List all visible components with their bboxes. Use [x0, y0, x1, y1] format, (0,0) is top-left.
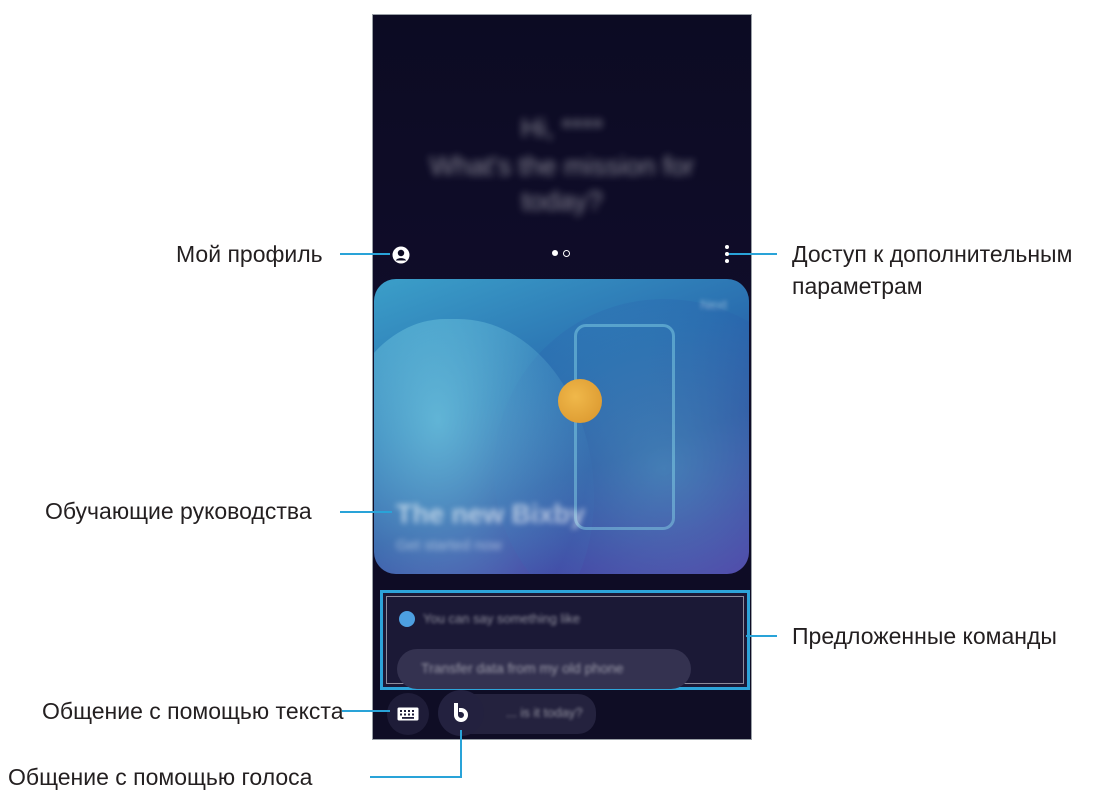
callout-line-voice-horizontal	[370, 776, 462, 778]
tutorial-card[interactable]: Next The new Bixby Get started now	[374, 279, 749, 574]
suggestion-chip-label: Transfer data from my old phone	[421, 660, 624, 676]
greeting-line-3: today?	[521, 186, 603, 216]
callout-line-suggestions	[746, 635, 777, 637]
bixby-icon	[454, 703, 468, 722]
greeting-line-2: What's the mission for	[429, 151, 695, 181]
callout-line-profile	[340, 253, 390, 255]
suggestion-hint: You can say something like	[423, 611, 581, 626]
callout-text-chat: Общение с помощью текста	[42, 698, 344, 724]
callout-more-options-line1: Доступ к дополнительным	[792, 241, 1073, 267]
callout-line-more	[729, 253, 777, 255]
card-next-label[interactable]: Next	[700, 297, 727, 312]
callout-line-tutorials	[340, 511, 392, 513]
callout-my-profile: Мой профиль	[176, 241, 323, 267]
callout-line-text	[342, 710, 390, 712]
greeting-line-1: Hi, ****	[520, 113, 604, 143]
card-title: The new Bixby	[396, 499, 586, 529]
suggested-commands: You can say something like Transfer data…	[380, 590, 750, 690]
callout-voice-chat: Общение с помощью голоса	[8, 764, 313, 790]
callout-line-voice-vertical	[460, 730, 462, 778]
callout-more-options-line2: параметрам	[792, 273, 923, 299]
callout-tutorials: Обучающие руководства	[45, 498, 312, 524]
keyboard-button[interactable]	[387, 693, 429, 735]
bixby-small-icon	[399, 611, 415, 627]
card-phone-graphic	[574, 324, 675, 530]
callout-suggested-commands: Предложенные команды	[792, 623, 1057, 649]
card-orb-graphic	[558, 379, 602, 423]
card-subtitle: Get started now	[396, 537, 502, 554]
bottom-chip-label: ... is it today?	[506, 705, 583, 720]
suggestion-chip[interactable]: Transfer data from my old phone	[397, 649, 691, 689]
page-dot	[563, 250, 570, 257]
page-dot-active	[552, 250, 558, 256]
phone-screen: Hi, **** What's the mission for today? N…	[372, 14, 752, 740]
keyboard-icon	[397, 707, 419, 721]
profile-icon[interactable]	[392, 246, 410, 264]
